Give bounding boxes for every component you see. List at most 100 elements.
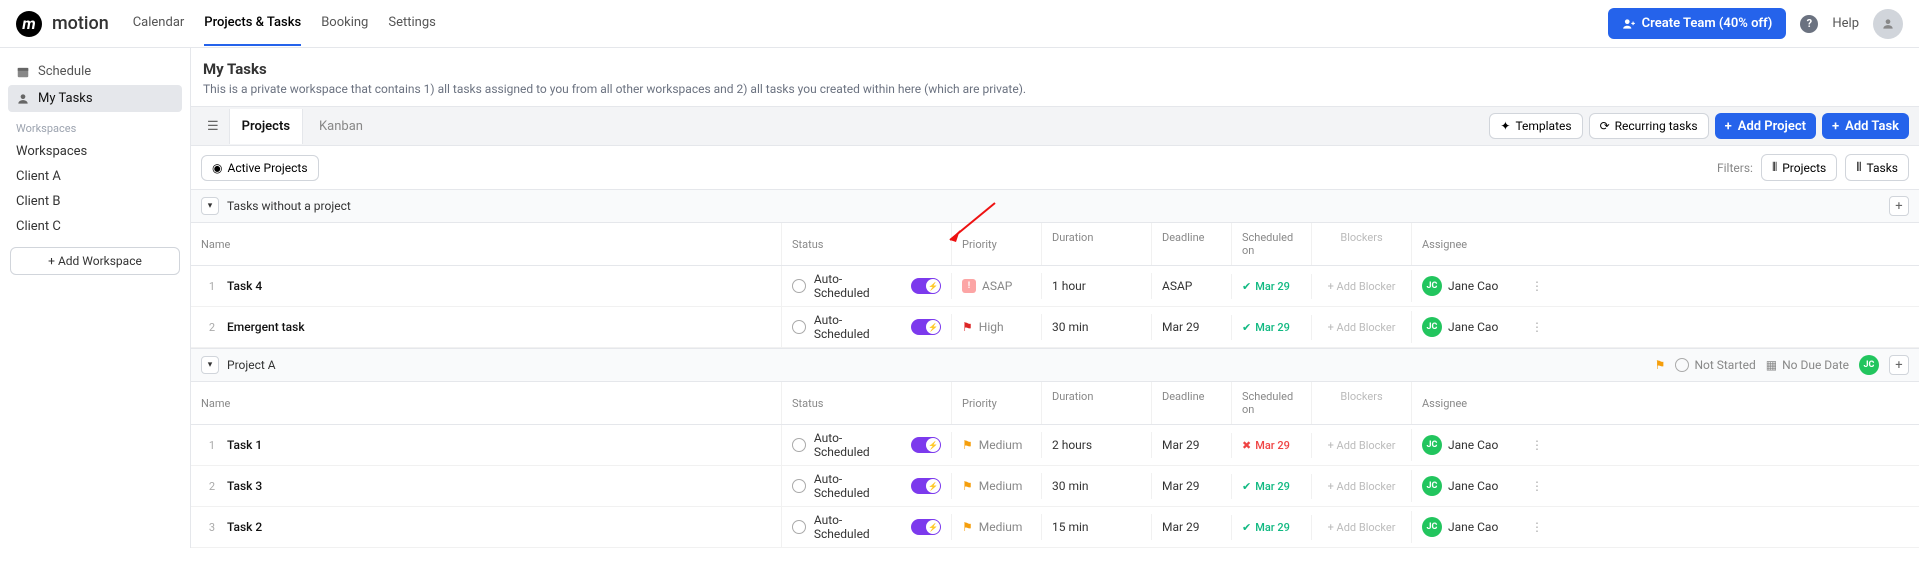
duration-cell[interactable]: 1 hour	[1041, 273, 1151, 299]
nav-calendar[interactable]: Calendar	[133, 1, 185, 46]
workspace-item[interactable]: Client B	[8, 189, 182, 214]
active-projects-filter[interactable]: ◉Active Projects	[201, 155, 319, 181]
task-row[interactable]: 2Task 3 Auto-Scheduled ⚑Medium 30 min Ma…	[191, 466, 1919, 507]
duration-cell[interactable]: 30 min	[1041, 314, 1151, 340]
sidebar-schedule[interactable]: Schedule	[8, 58, 182, 85]
workspace-item[interactable]: Client A	[8, 164, 182, 189]
add-button[interactable]: +	[1889, 196, 1909, 216]
row-menu-icon[interactable]: ⋮	[1521, 432, 1551, 458]
priority-flag-icon: ⚑	[962, 438, 973, 452]
add-blocker-button[interactable]: + Add Blocker	[1311, 433, 1411, 458]
deadline-cell[interactable]: Mar 29	[1151, 473, 1231, 499]
task-name[interactable]: Emergent task	[227, 320, 305, 334]
status-circle-icon[interactable]	[792, 320, 806, 334]
workspace-item[interactable]: Workspaces	[8, 139, 182, 164]
assignee-name: Jane Cao	[1448, 438, 1498, 452]
row-menu-icon[interactable]: ⋮	[1521, 314, 1551, 340]
scheduled-date: Mar 29	[1255, 280, 1290, 293]
status-circle-icon[interactable]	[792, 279, 806, 293]
user-avatar[interactable]	[1873, 9, 1903, 39]
duration-cell[interactable]: 2 hours	[1041, 432, 1151, 458]
plus-icon: +	[1832, 119, 1839, 134]
add-blocker-button[interactable]: + Add Blocker	[1311, 515, 1411, 540]
row-menu-icon[interactable]: ⋮	[1521, 473, 1551, 499]
avatar[interactable]: JC	[1859, 355, 1879, 375]
priority-flag-icon[interactable]: ⚑	[1655, 358, 1666, 372]
workspace-item[interactable]: Client C	[8, 214, 182, 239]
deadline-cell[interactable]: Mar 29	[1151, 314, 1231, 340]
auto-schedule-toggle[interactable]	[911, 278, 941, 294]
filters-label: Filters:	[1717, 161, 1753, 175]
task-name[interactable]: Task 4	[227, 279, 262, 293]
nav-settings[interactable]: Settings	[388, 1, 435, 46]
check-icon: ✔	[1242, 521, 1251, 534]
check-icon: ✔	[1242, 321, 1251, 334]
status-circle-icon[interactable]	[792, 520, 806, 534]
add-blocker-button[interactable]: + Add Blocker	[1311, 474, 1411, 499]
deadline-cell[interactable]: Mar 29	[1151, 432, 1231, 458]
row-menu-icon[interactable]: ⋮	[1521, 514, 1551, 540]
nav-projects-tasks[interactable]: Projects & Tasks	[204, 1, 301, 46]
add-blocker-button[interactable]: + Add Blocker	[1311, 315, 1411, 340]
row-menu-icon[interactable]: ⋮	[1521, 273, 1551, 299]
task-name[interactable]: Task 1	[227, 438, 262, 452]
help-label[interactable]: Help	[1832, 16, 1859, 31]
recurring-tasks-button[interactable]: ⟳Recurring tasks	[1589, 113, 1709, 139]
auto-schedule-toggle[interactable]	[911, 437, 941, 453]
sidebar-my-tasks[interactable]: My Tasks	[8, 85, 182, 112]
sidebar: Schedule My Tasks Workspaces WorkspacesC…	[0, 48, 190, 548]
templates-button[interactable]: ✦Templates	[1489, 113, 1582, 139]
topbar: m motion Calendar Projects & Tasks Booki…	[0, 0, 1919, 48]
tab-kanban[interactable]: Kanban	[307, 109, 375, 144]
page-description: This is a private workspace that contain…	[203, 82, 1907, 96]
avatar[interactable]: JC	[1422, 317, 1442, 337]
tab-projects[interactable]: Projects	[229, 109, 303, 144]
filter-tasks-button[interactable]: ⦀Tasks	[1845, 154, 1909, 181]
filter-projects-button[interactable]: ⦀Projects	[1761, 154, 1837, 181]
auto-schedule-toggle[interactable]	[911, 478, 941, 494]
page-title: My Tasks	[203, 60, 1907, 78]
logo-icon: m	[16, 11, 42, 37]
add-workspace-button[interactable]: + Add Workspace	[10, 247, 180, 275]
priority-asap-icon: !	[962, 279, 976, 293]
help-icon[interactable]: ?	[1800, 15, 1818, 33]
scheduled-date: Mar 29	[1255, 321, 1290, 334]
chevron-down-icon[interactable]: ▾	[201, 356, 219, 374]
scheduled-date: Mar 29	[1255, 480, 1290, 493]
calendar-icon: ▦	[1766, 358, 1777, 372]
task-name[interactable]: Task 3	[227, 479, 262, 493]
avatar[interactable]: JC	[1422, 276, 1442, 296]
avatar[interactable]: JC	[1422, 476, 1442, 496]
duration-cell[interactable]: 30 min	[1041, 473, 1151, 499]
task-row[interactable]: 2Emergent task Auto-Scheduled ⚑High 30 m…	[191, 307, 1919, 348]
duration-cell[interactable]: 15 min	[1041, 514, 1151, 540]
status-circle-icon[interactable]	[792, 438, 806, 452]
row-index: 2	[201, 480, 215, 493]
auto-schedule-toggle[interactable]	[911, 319, 941, 335]
deadline-cell[interactable]: Mar 29	[1151, 514, 1231, 540]
add-button[interactable]: +	[1889, 355, 1909, 375]
group-title: Tasks without a project	[227, 199, 351, 213]
refresh-icon: ⟳	[1600, 119, 1610, 133]
add-blocker-button[interactable]: + Add Blocker	[1311, 274, 1411, 299]
row-index: 3	[201, 521, 215, 534]
deadline-cell[interactable]: ASAP	[1151, 273, 1231, 299]
hamburger-icon[interactable]: ☰	[201, 115, 225, 138]
status-circle-icon[interactable]	[792, 479, 806, 493]
task-row[interactable]: 3Task 2 Auto-Scheduled ⚑Medium 15 min Ma…	[191, 507, 1919, 548]
task-name[interactable]: Task 2	[227, 520, 262, 534]
priority-flag-icon: ⚑	[962, 320, 973, 334]
auto-schedule-toggle[interactable]	[911, 519, 941, 535]
nav-booking[interactable]: Booking	[321, 1, 368, 46]
chevron-down-icon[interactable]: ▾	[201, 197, 219, 215]
task-row[interactable]: 1Task 1 Auto-Scheduled ⚑Medium 2 hours M…	[191, 425, 1919, 466]
view-bar: ☰ Projects Kanban ✦Templates ⟳Recurring …	[191, 106, 1919, 146]
task-row[interactable]: 1Task 4 Auto-Scheduled !ASAP 1 hour ASAP…	[191, 266, 1919, 307]
priority-text: Medium	[979, 479, 1023, 493]
avatar[interactable]: JC	[1422, 435, 1442, 455]
add-task-button[interactable]: +Add Task	[1822, 113, 1909, 139]
workspaces-label: Workspaces	[8, 112, 182, 139]
avatar[interactable]: JC	[1422, 517, 1442, 537]
add-project-button[interactable]: +Add Project	[1715, 113, 1816, 139]
create-team-button[interactable]: Create Team (40% off)	[1608, 8, 1787, 39]
